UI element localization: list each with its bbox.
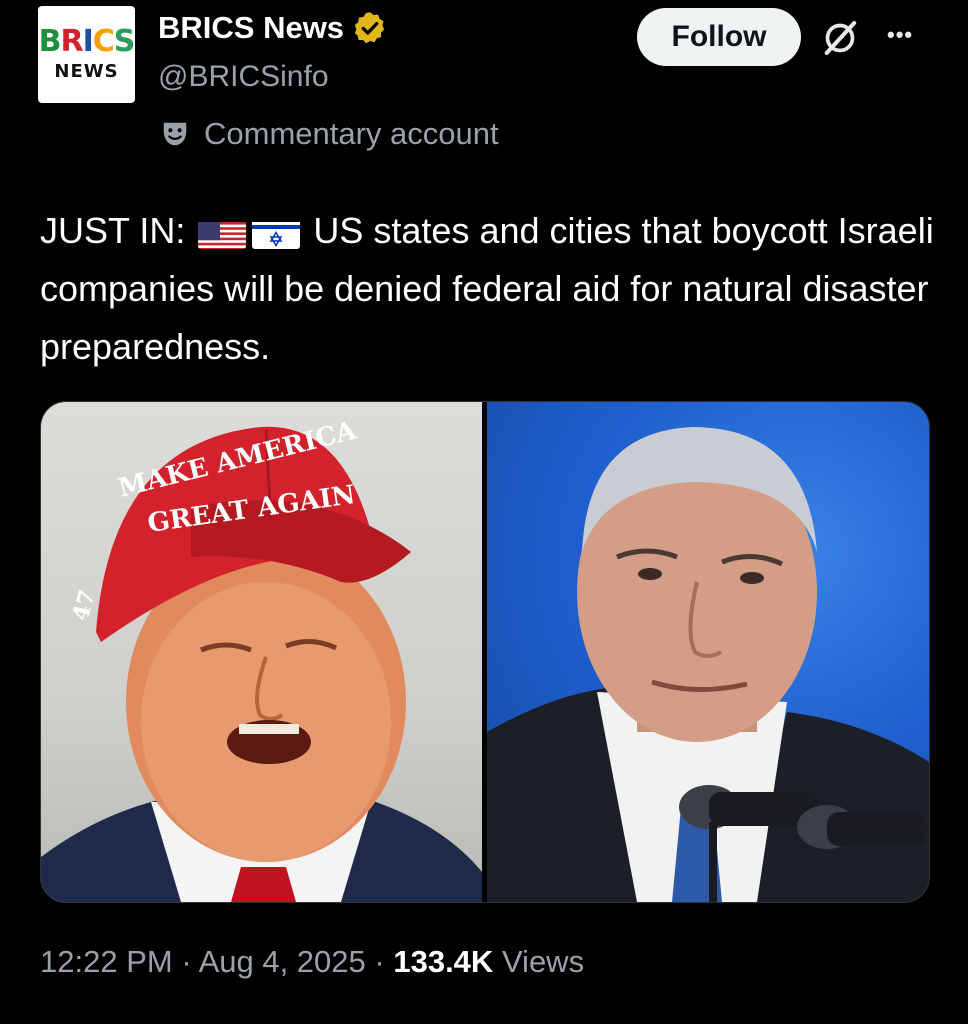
more-options-icon[interactable]: •••: [887, 22, 913, 48]
commentary-account-label: Commentary account: [160, 116, 499, 152]
views-label: Views: [501, 944, 585, 979]
tweet-text: JUST IN: US states and cities that boyco…: [40, 202, 940, 376]
us-flag-icon: [198, 215, 247, 249]
tweet-time[interactable]: 12:22 PM: [40, 944, 173, 979]
tweet-prefix: JUST IN:: [40, 210, 186, 251]
left-photo-illustration: MAKE AMERICA GREAT AGAIN 47: [41, 415, 482, 902]
meta-separator: ·: [374, 944, 385, 979]
tweet-date[interactable]: Aug 4, 2025: [199, 944, 366, 979]
account-name-text: BRICS News: [158, 10, 345, 45]
tweet-meta: 12:22 PM · Aug 4, 2025 · 133.4K Views: [40, 944, 584, 980]
grok-icon[interactable]: [820, 18, 860, 58]
photo-right[interactable]: [487, 402, 929, 902]
israel-flag-icon: [252, 215, 301, 249]
photo-left[interactable]: MAKE AMERICA GREAT AGAIN 47: [41, 402, 482, 902]
tweet-media[interactable]: MAKE AMERICA GREAT AGAIN 47: [40, 401, 930, 903]
meta-separator: ·: [181, 944, 192, 979]
brics-logo-subtext: NEWS: [54, 61, 119, 82]
avatar[interactable]: BRICS NEWS: [38, 6, 135, 103]
cap-side-text: 47: [68, 587, 101, 623]
follow-button[interactable]: Follow: [637, 8, 801, 66]
views-count: 133.4K: [393, 944, 494, 979]
brics-logo-text: BRICS: [38, 24, 135, 59]
verified-badge-icon: [354, 12, 385, 44]
commentary-label-text: Commentary account: [204, 116, 499, 151]
account-name[interactable]: BRICS News: [158, 10, 388, 46]
right-photo-illustration: [487, 427, 929, 902]
theater-mask-icon: [163, 122, 187, 146]
account-handle[interactable]: @BRICSinfo: [158, 60, 329, 94]
